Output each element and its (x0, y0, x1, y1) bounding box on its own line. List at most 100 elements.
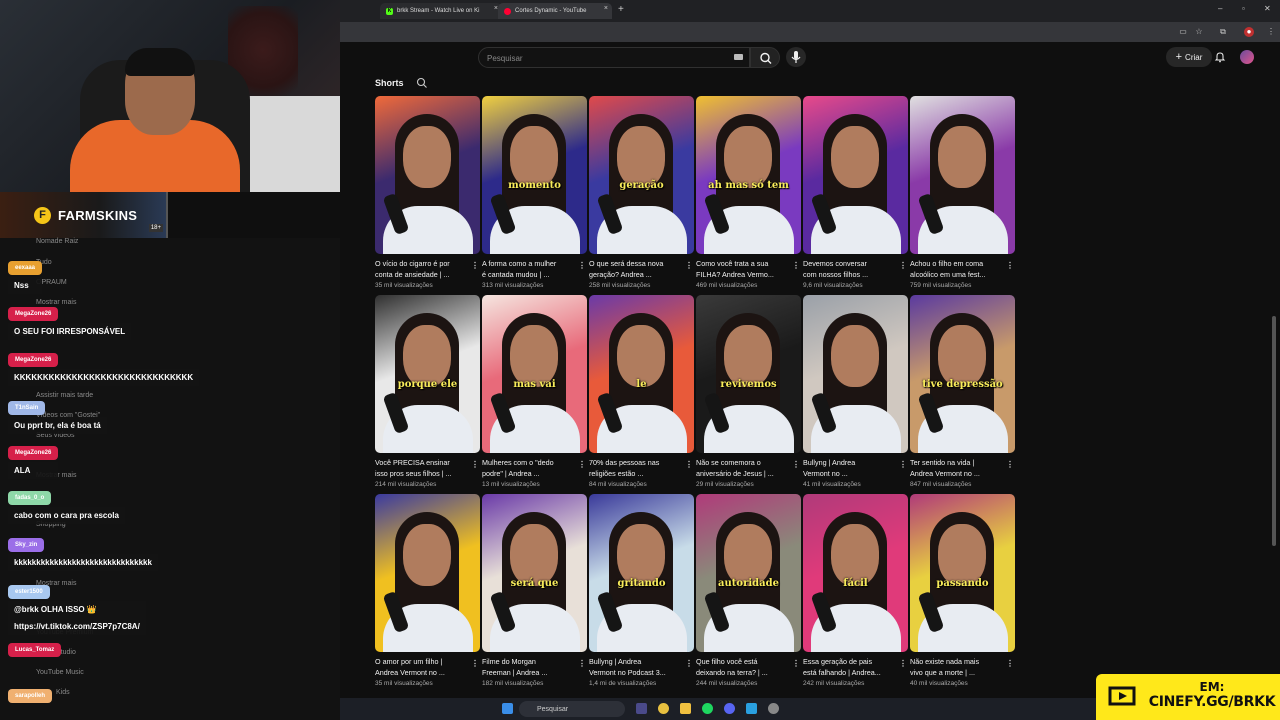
more-options-icon[interactable]: ⋮ (578, 459, 586, 471)
short-thumbnail[interactable]: mas vai (482, 295, 587, 453)
short-title[interactable]: Achou o filho em coma alcoólico em uma fe… (910, 259, 1002, 280)
chat-username[interactable]: MegaZone26 (8, 446, 59, 460)
short-title[interactable]: O amor por um filho | Andrea Vermont no .… (375, 657, 467, 678)
short-card[interactable]: geração O que será dessa nova geração? And… (589, 96, 694, 289)
tab-kick-stream[interactable]: K brkk Stream - Watch Live on Ki × (380, 3, 502, 19)
more-options-icon[interactable]: ⋮ (792, 260, 800, 272)
cast-icon[interactable]: ▭ (1178, 27, 1188, 37)
channel-search-icon[interactable] (416, 77, 428, 89)
short-thumbnail[interactable] (803, 96, 908, 254)
tab-shorts[interactable]: Shorts (375, 78, 404, 88)
short-card[interactable]: Achou o filho em coma alcoólico em uma fe… (910, 96, 1015, 289)
short-card[interactable]: fácil Essa geração de pais está falhando |… (803, 494, 908, 687)
voice-search-button[interactable] (786, 47, 806, 67)
short-card[interactable]: porque ele Você PRECISA ensinar isso pros … (375, 295, 480, 488)
chat-username[interactable]: fadas_0_o (8, 491, 52, 505)
settings-gear-icon[interactable] (768, 703, 779, 714)
short-card[interactable]: Bullyng | Andrea Vermont no ... 41 mil vis… (803, 295, 908, 488)
short-thumbnail[interactable] (910, 96, 1015, 254)
short-card[interactable]: será que Filme do Morgan Freeman | Andrea … (482, 494, 587, 687)
short-title[interactable]: Como você trata a sua FILHA? Andrea Vermo… (696, 259, 788, 280)
short-thumbnail[interactable]: revivemos (696, 295, 801, 453)
chat-username[interactable]: eexaaa (8, 261, 43, 275)
short-title[interactable]: Não existe nada mais vivo que a morte | .… (910, 657, 1002, 678)
more-options-icon[interactable]: ⋮ (899, 459, 907, 471)
short-thumbnail[interactable]: gritando (589, 494, 694, 652)
more-options-icon[interactable]: ⋮ (471, 459, 479, 471)
more-options-icon[interactable]: ⋮ (685, 459, 693, 471)
taskbar-search[interactable]: Pesquisar (519, 701, 625, 717)
page-scrollbar[interactable] (1272, 316, 1276, 546)
short-title[interactable]: A forma como a mulher é cantada mudou | .… (482, 259, 574, 280)
short-thumbnail[interactable]: momento (482, 96, 587, 254)
short-card[interactable]: O vício do cigarro é por conta de ansieda… (375, 96, 480, 289)
short-title[interactable]: Bullyng | Andrea Vermont no ... (803, 458, 895, 479)
chat-username[interactable]: ester1500 (8, 585, 50, 599)
short-thumbnail[interactable]: ah mas só tem (696, 96, 801, 254)
more-options-icon[interactable]: ⋮ (685, 260, 693, 272)
short-card[interactable]: O amor por um filho | Andrea Vermont no .… (375, 494, 480, 687)
chrome-icon[interactable] (658, 703, 669, 714)
more-options-icon[interactable]: ⋮ (899, 260, 907, 272)
more-options-icon[interactable]: ⋮ (578, 260, 586, 272)
short-thumbnail[interactable]: tive depressão (910, 295, 1015, 453)
more-options-icon[interactable]: ⋮ (792, 459, 800, 471)
more-options-icon[interactable]: ⋮ (1006, 459, 1014, 471)
chat-link[interactable]: https://vt.tiktok.com/ZSP7p7C8A/ (8, 618, 146, 635)
new-tab-icon[interactable]: + (618, 4, 624, 15)
keyboard-icon[interactable] (734, 54, 743, 60)
search-input[interactable] (487, 51, 717, 65)
close-window-icon[interactable]: ✕ (1264, 4, 1271, 13)
create-button[interactable]: + Criar (1166, 47, 1212, 67)
short-thumbnail[interactable]: le (589, 295, 694, 453)
tab-close-icon[interactable]: × (604, 5, 608, 12)
search-button[interactable] (750, 47, 780, 68)
short-card[interactable]: Devemos conversar com nossos filhos ... 9,… (803, 96, 908, 289)
short-card[interactable]: revivemos Não se comemora o aniversário de… (696, 295, 801, 488)
task-view-icon[interactable] (636, 703, 647, 714)
short-title[interactable]: O vício do cigarro é por conta de ansieda… (375, 259, 467, 280)
more-options-icon[interactable]: ⋮ (685, 658, 693, 670)
short-card[interactable]: gritando Bullyng | Andrea Vermont no Podca… (589, 494, 694, 687)
short-thumbnail[interactable]: geração (589, 96, 694, 254)
chat-username[interactable]: MegaZone26 (8, 307, 59, 321)
chat-username[interactable]: T1nSain (8, 401, 46, 415)
more-options-icon[interactable]: ⋮ (899, 658, 907, 670)
short-title[interactable]: 70% das pessoas nas religiões estão ... (589, 458, 681, 479)
file-explorer-icon[interactable] (680, 703, 691, 714)
short-thumbnail[interactable]: fácil (803, 494, 908, 652)
sponsor-banner[interactable]: F FARMSKINS 18+ (0, 192, 168, 238)
short-card[interactable]: passando Não existe nada mais vivo que a m… (910, 494, 1015, 687)
short-card[interactable]: mas vai Mulheres com o "dedo podre" | Andr… (482, 295, 587, 488)
more-options-icon[interactable]: ⋮ (1006, 658, 1014, 670)
discord-icon[interactable] (724, 703, 735, 714)
extensions-icon[interactable]: ⧉ (1218, 27, 1228, 37)
short-title[interactable]: Não se comemora o aniversário de Jesus | … (696, 458, 788, 479)
chat-username[interactable]: sarapolleh (8, 689, 53, 703)
more-options-icon[interactable]: ⋮ (792, 658, 800, 670)
profile-icon[interactable]: ● (1244, 27, 1254, 37)
short-title[interactable]: Essa geração de pais está falhando | Andr… (803, 657, 895, 678)
short-card[interactable]: momento A forma como a mulher é cantada mu… (482, 96, 587, 289)
short-thumbnail[interactable]: passando (910, 494, 1015, 652)
browser-menu-icon[interactable]: ⋮ (1266, 27, 1276, 37)
short-card[interactable]: tive depressão Ter sentido na vida | Andre… (910, 295, 1015, 488)
short-card[interactable]: ah mas só tem Como você trata a sua FILHA?… (696, 96, 801, 289)
short-title[interactable]: O que será dessa nova geração? Andrea ... (589, 259, 681, 280)
avatar[interactable] (1240, 50, 1254, 64)
telegram-icon[interactable] (746, 703, 757, 714)
search-box[interactable] (478, 47, 750, 68)
tab-youtube[interactable]: Cortes Dynamic - YouTube × (498, 3, 612, 19)
bookmark-star-icon[interactable]: ☆ (1194, 27, 1204, 37)
short-thumbnail[interactable]: porque ele (375, 295, 480, 453)
short-thumbnail[interactable] (375, 96, 480, 254)
short-title[interactable]: Filme do Morgan Freeman | Andrea ... (482, 657, 574, 678)
short-thumbnail[interactable]: será que (482, 494, 587, 652)
short-card[interactable]: autoridade Que filho você está deixando na… (696, 494, 801, 687)
short-thumbnail[interactable] (375, 494, 480, 652)
short-thumbnail[interactable] (803, 295, 908, 453)
short-title[interactable]: Mulheres com o "dedo podre" | Andrea ... (482, 458, 574, 479)
short-title[interactable]: Devemos conversar com nossos filhos ... (803, 259, 895, 280)
more-options-icon[interactable]: ⋮ (471, 658, 479, 670)
short-title[interactable]: Ter sentido na vida | Andrea Vermont no .… (910, 458, 1002, 479)
